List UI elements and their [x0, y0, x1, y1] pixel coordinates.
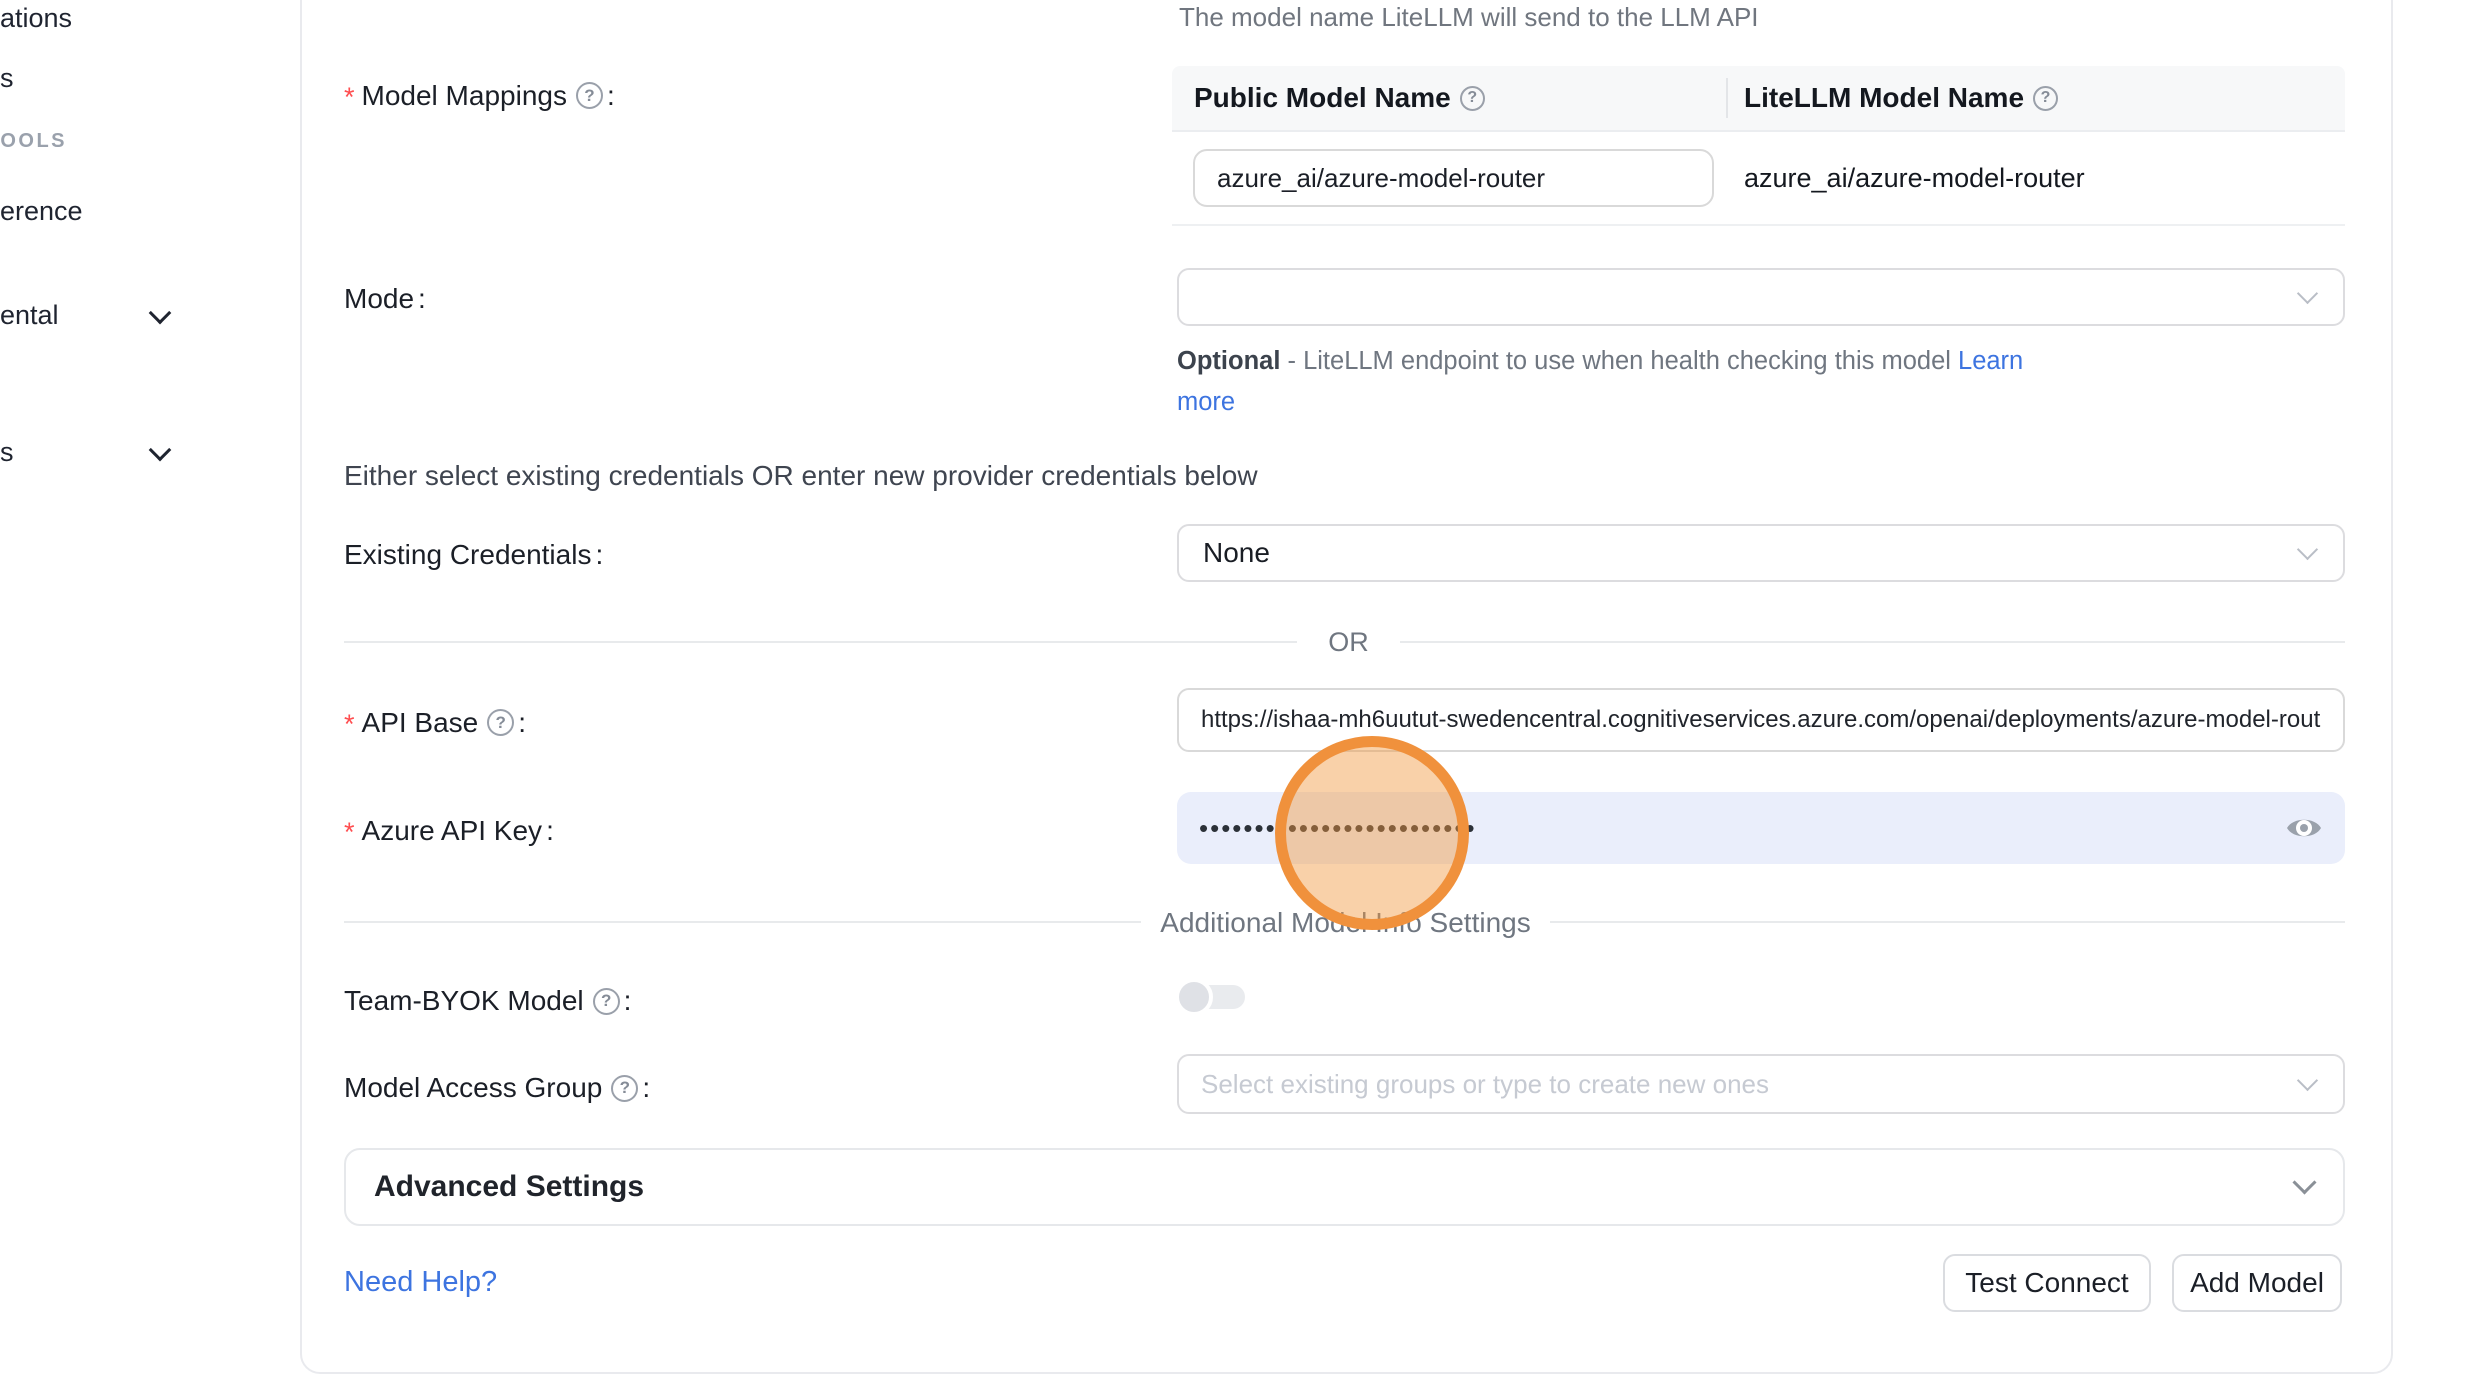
api-base-label-text: API Base — [362, 707, 479, 739]
mode-label: Mode : — [344, 283, 426, 315]
credentials-note: Either select existing credentials OR en… — [344, 460, 1258, 492]
column-header-litellm-model-name: LiteLLM Model Name ? — [1728, 66, 2058, 130]
question-circle-icon[interactable]: ? — [2033, 86, 2058, 111]
model-access-group-label-text: Model Access Group — [344, 1072, 602, 1104]
question-circle-icon[interactable]: ? — [1460, 86, 1485, 111]
label-colon: : — [642, 1072, 650, 1104]
sidebar-item-organizations[interactable]: ations — [0, 3, 72, 34]
required-asterisk: * — [344, 78, 355, 113]
sidebar-section-tools: TOOLS — [0, 130, 67, 153]
column-header-public-model-name: Public Model Name ? — [1172, 66, 1726, 130]
table-row: azure_ai/azure-model-router — [1172, 132, 2345, 226]
question-circle-icon[interactable]: ? — [593, 988, 620, 1015]
chevron-down-icon — [2292, 1170, 2316, 1194]
team-byok-label-text: Team-BYOK Model — [344, 985, 584, 1017]
litellm-model-name-value: azure_ai/azure-model-router — [1744, 163, 2085, 194]
chevron-down-icon — [149, 302, 172, 325]
sidebar-item-reference[interactable]: erence — [0, 196, 83, 227]
mode-help-text: Optional - LiteLLM endpoint to use when … — [1177, 341, 2077, 423]
existing-credentials-label: Existing Credentials : — [344, 539, 603, 571]
or-divider-line-right — [1400, 641, 2345, 643]
mode-label-text: Mode — [344, 283, 414, 315]
question-circle-icon[interactable]: ? — [576, 82, 603, 109]
table-header-row: Public Model Name ? LiteLLM Model Name ? — [1172, 66, 2345, 132]
required-asterisk: * — [344, 813, 355, 848]
need-help-link[interactable]: Need Help? — [344, 1266, 497, 1299]
mode-help-optional: Optional — [1177, 347, 1280, 375]
sidebar-item[interactable]: s — [0, 63, 14, 94]
sidebar-item-settings[interactable]: s — [0, 437, 14, 468]
or-divider-text: OR — [1297, 627, 1400, 658]
chevron-down-icon — [149, 439, 172, 462]
label-colon: : — [607, 80, 615, 112]
existing-credentials-label-text: Existing Credentials — [344, 539, 591, 571]
mode-help-body: - LiteLLM endpoint to use when health ch… — [1280, 347, 1958, 375]
model-mappings-table: Public Model Name ? LiteLLM Model Name ?… — [1172, 66, 2345, 226]
test-connect-button[interactable]: Test Connect — [1943, 1254, 2151, 1312]
existing-credentials-select[interactable]: None — [1177, 524, 2345, 582]
model-mappings-label-text: Model Mappings — [362, 80, 567, 112]
sidebar-item-experimental[interactable]: ental — [0, 300, 59, 331]
additional-divider-line-left — [344, 921, 1141, 923]
azure-api-key-label-text: Azure API Key — [362, 815, 543, 847]
chevron-down-icon — [2297, 539, 2318, 560]
team-byok-label: Team-BYOK Model ? : — [344, 985, 631, 1017]
or-divider-line-left — [344, 641, 1297, 643]
eye-icon[interactable] — [2285, 814, 2323, 842]
label-colon: : — [624, 985, 632, 1017]
additional-divider-line-right — [1550, 921, 2345, 923]
chevron-down-icon — [2297, 283, 2318, 304]
model-mappings-label: * Model Mappings ? : — [344, 78, 615, 113]
team-byok-toggle[interactable] — [1179, 985, 1245, 1009]
question-circle-icon[interactable]: ? — [611, 1075, 638, 1102]
add-model-button[interactable]: Add Model — [2172, 1254, 2342, 1312]
public-model-name-input[interactable] — [1193, 149, 1714, 207]
required-asterisk: * — [344, 705, 355, 740]
api-base-label: * API Base ? : — [344, 705, 526, 740]
column-header-text: Public Model Name — [1194, 82, 1451, 114]
column-header-text: LiteLLM Model Name — [1744, 82, 2024, 114]
toggle-knob — [1175, 978, 1213, 1016]
advanced-settings-panel[interactable]: Advanced Settings — [344, 1148, 2345, 1226]
label-colon: : — [595, 539, 603, 571]
add-model-page: ations s TOOLS erence ental s The model … — [0, 0, 2477, 1385]
existing-credentials-value: None — [1179, 537, 1270, 569]
label-colon: : — [418, 283, 426, 315]
model-access-group-input[interactable] — [1179, 1069, 2343, 1100]
advanced-settings-label: Advanced Settings — [346, 1170, 644, 1204]
model-access-group-select[interactable] — [1177, 1054, 2345, 1114]
label-colon: : — [518, 707, 526, 739]
mode-select[interactable] — [1177, 268, 2345, 326]
azure-api-key-label: * Azure API Key : — [344, 813, 554, 848]
label-colon: : — [546, 815, 554, 847]
click-indicator — [1275, 736, 1469, 930]
question-circle-icon[interactable]: ? — [487, 709, 514, 736]
model-name-hint: The model name LiteLLM will send to the … — [1179, 2, 1759, 33]
model-access-group-label: Model Access Group ? : — [344, 1072, 650, 1104]
